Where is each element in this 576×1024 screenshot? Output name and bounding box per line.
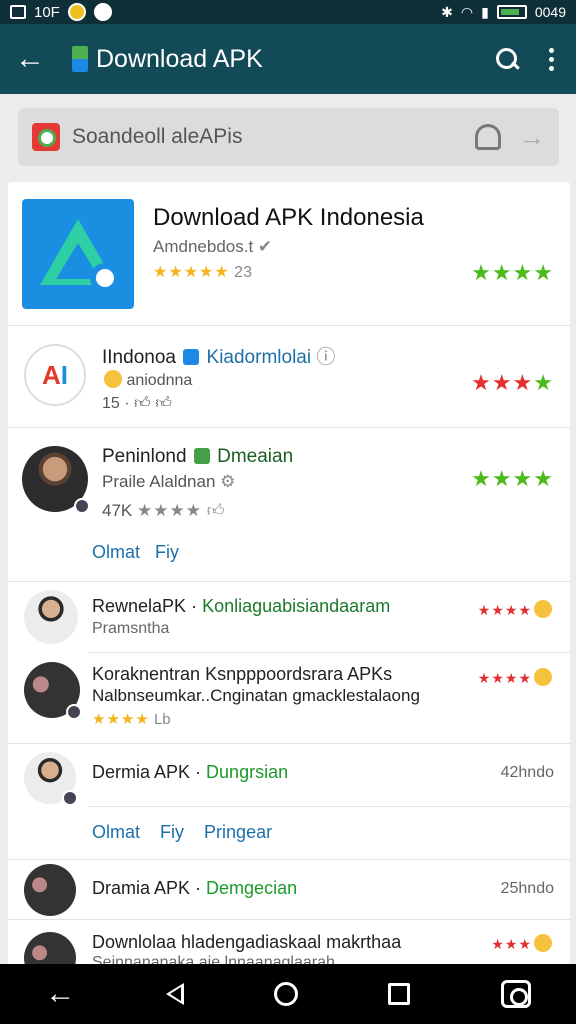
system-nav-bar: ← — [0, 964, 576, 1024]
item-subtitle: Praile Alaldnan ⚙ — [102, 472, 236, 491]
comment-meta: ★★★★ Lb — [92, 711, 171, 728]
emoji-icon — [534, 668, 552, 686]
search-field[interactable]: Soandeoll aleAPis → — [18, 108, 559, 166]
list-item[interactable]: AI IIndonoa Kiadormlolai ⓘ aniodnna 15 ·… — [8, 326, 570, 428]
badge-icon — [66, 704, 82, 720]
bluetooth-icon: ✱ — [441, 3, 453, 20]
item-links: Olmat Fiy — [92, 542, 179, 563]
emoji-icon — [534, 934, 552, 952]
like-icon[interactable]: 👍︎ — [207, 501, 225, 520]
item-name[interactable]: Dramia APK · Demgecian — [92, 878, 297, 899]
page-title: Download APK — [96, 44, 263, 73]
verified-badge-icon — [183, 349, 200, 365]
app-rating: ★★★★★ 23 — [153, 264, 252, 281]
signal-icon: ▮ — [481, 3, 489, 20]
right-rating-stars: ★★★★ — [471, 370, 554, 395]
brand-logo-icon: AI — [24, 344, 86, 406]
nav-back-icon[interactable]: ← — [45, 977, 75, 1011]
right-rating-stars: ★★★★ — [471, 466, 554, 491]
divider — [88, 652, 570, 653]
comment-text: Pramsntha — [92, 620, 170, 637]
verified-icon: ✔ — [257, 237, 273, 256]
screenshot-icon[interactable] — [500, 980, 531, 1008]
wifi-icon: ◠ — [460, 3, 474, 20]
store-badge-icon — [32, 123, 60, 151]
link-pringear[interactable]: Pringear — [204, 822, 272, 842]
comment-rating: ★★★ — [491, 934, 552, 953]
item-time: 42hndo — [500, 764, 554, 781]
item-links: Olmat Fiy Pringear — [92, 822, 272, 843]
clock: 0049 — [534, 4, 566, 20]
avatar[interactable] — [24, 932, 76, 964]
nav-back-triangle-icon[interactable] — [165, 983, 184, 1005]
lock-icon[interactable] — [475, 124, 501, 150]
avatar[interactable] — [24, 590, 78, 644]
link-olmat[interactable]: Olmat — [92, 822, 140, 842]
item-name[interactable]: IIndonoa Kiadormlolai ⓘ — [102, 342, 335, 369]
comments-group: RewnelaPK · Konliaguabisiandaaram Pramsn… — [8, 582, 570, 744]
app-icon[interactable] — [22, 199, 134, 309]
item-subtitle: Seinnananaka aie lnnaanaglaarah — [92, 954, 335, 964]
results-list: Download APK Indonesia Amdnebdos.t ✔ ★★★… — [8, 182, 570, 964]
comment-author[interactable]: Koraknentran Ksnpppoordsrara APKs — [92, 664, 392, 685]
link-olmat[interactable]: Olmat — [92, 542, 140, 562]
item-tag: Dmeaian — [217, 446, 294, 467]
search-input[interactable]: Soandeoll aleAPis — [72, 125, 475, 149]
share-icon[interactable]: 👍︎ — [155, 395, 172, 412]
settings-icon: ⚙ — [220, 472, 236, 491]
battery-icon — [496, 5, 527, 19]
status-bar: 10F ✱ ◠ ▮ 0049 — [0, 0, 576, 24]
emoji-icon — [104, 370, 122, 388]
verified-badge-icon — [193, 448, 210, 464]
app-notification-icon — [67, 3, 86, 21]
user-notification-icon — [93, 3, 112, 21]
arrow-right-icon[interactable]: → — [519, 122, 545, 153]
right-rating-stars: ★★★★ — [471, 260, 554, 285]
list-item[interactable]: Dramia APK · Demgecian 25hndo — [8, 860, 570, 920]
item-subtitle: aniodnna — [102, 370, 192, 390]
item-meta: 15 · 👍︎ 👍︎ — [102, 395, 172, 412]
avatar[interactable] — [22, 446, 90, 514]
rating-count: 23 — [234, 264, 252, 281]
item-time: 25hndo — [500, 880, 554, 897]
info-icon: ⓘ — [316, 347, 336, 368]
app-bar: ← Download APK — [0, 24, 576, 94]
item-name[interactable]: Dermia APK · Dungrsian — [92, 762, 288, 783]
notification-icon — [10, 5, 26, 19]
list-item[interactable]: Peninlond Dmeaian Praile Alaldnan ⚙ 47K … — [8, 428, 570, 582]
avatar[interactable] — [24, 864, 76, 916]
search-icon[interactable] — [495, 47, 519, 71]
avatar[interactable] — [24, 662, 82, 720]
back-arrow-icon[interactable]: ← — [0, 24, 60, 94]
featured-app-row[interactable]: Download APK Indonesia Amdnebdos.t ✔ ★★★… — [8, 182, 570, 326]
emoji-icon — [534, 600, 552, 618]
app-developer: Amdnebdos.t ✔ — [153, 237, 273, 256]
nav-home-icon[interactable] — [273, 982, 298, 1006]
link-fiy[interactable]: Fiy — [160, 822, 184, 842]
comment-author[interactable]: RewnelaPK · Konliaguabisiandaaram — [92, 596, 390, 617]
badge-icon — [74, 498, 90, 514]
status-left-text: 10F — [34, 3, 60, 21]
list-item[interactable]: Downlolaa hladengadiaskaal makrthaa Sein… — [8, 920, 570, 964]
comment-rating: ★★★★ — [478, 600, 552, 619]
item-name[interactable]: Downlolaa hladengadiaskaal makrthaa — [92, 932, 401, 953]
comment-rating: ★★★★ — [478, 668, 552, 687]
item-meta: 47K ★★★★ 👍︎ — [102, 501, 225, 520]
app-title[interactable]: Download APK Indonesia — [153, 204, 424, 232]
badge-icon — [62, 790, 78, 806]
item-name[interactable]: Peninlond Dmeaian — [102, 446, 293, 468]
app-logo-icon — [72, 46, 88, 72]
link-fiy[interactable]: Fiy — [155, 542, 179, 562]
like-icon[interactable]: 👍︎ — [134, 395, 151, 412]
list-item[interactable]: Dermia APK · Dungrsian 42hndo Olmat Fiy … — [8, 744, 570, 860]
nav-recents-icon[interactable] — [388, 983, 411, 1005]
divider — [88, 806, 570, 807]
item-tag: Kiadormlolai — [206, 347, 312, 368]
avatar[interactable] — [24, 752, 78, 806]
comment-text: Nalbnseumkar..Cnginatan gmacklestalaong — [92, 686, 420, 705]
more-options-icon[interactable] — [549, 47, 554, 71]
